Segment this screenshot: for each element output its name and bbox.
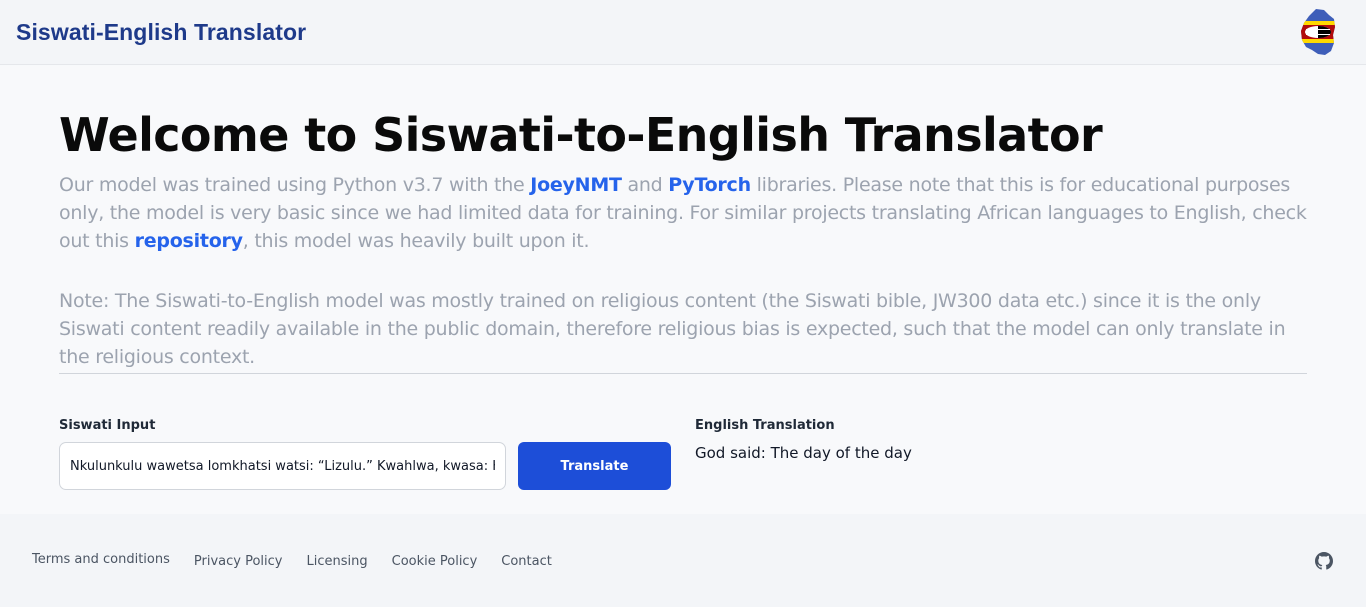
intro-text: and [621, 174, 669, 196]
footer-link-contact[interactable]: Contact [501, 554, 552, 569]
intro-text: Our model was trained using Python v3.7 … [59, 174, 531, 196]
footer-link-licensing[interactable]: Licensing [307, 554, 368, 569]
footer-link-privacy[interactable]: Privacy Policy [194, 554, 283, 569]
intro-paragraph: Our model was trained using Python v3.7 … [59, 171, 1309, 255]
footer-link-terms[interactable]: Terms and conditions [32, 552, 170, 567]
page-title: Welcome to Siswati-to-English Translator [59, 108, 1103, 162]
note-paragraph: Note: The Siswati-to-English model was m… [59, 290, 1286, 368]
english-translation-output: God said: The day of the day [695, 444, 912, 462]
brand-title[interactable]: Siswati-English Translator [16, 19, 306, 46]
pytorch-link[interactable]: PyTorch [668, 174, 751, 196]
footer-link-cookie[interactable]: Cookie Policy [392, 554, 478, 569]
translate-button[interactable]: Translate [518, 442, 671, 490]
section-divider [59, 373, 1307, 374]
main-content: Welcome to Siswati-to-English Translator… [0, 66, 1366, 514]
joeynmt-link[interactable]: JoeyNMT [530, 174, 622, 196]
footer-links: Terms and conditions Privacy Policy Lice… [32, 552, 552, 569]
siswati-input-label: Siswati Input [59, 418, 156, 433]
siswati-input-field[interactable] [59, 442, 506, 490]
eswatini-flag-map-icon[interactable] [1298, 7, 1338, 57]
english-translation-label: English Translation [695, 418, 835, 433]
footer: Terms and conditions Privacy Policy Lice… [0, 514, 1366, 607]
intro-text: , this model was heavily built upon it. [242, 230, 590, 252]
github-icon[interactable] [1315, 552, 1333, 570]
top-navbar: Siswati-English Translator [0, 0, 1366, 65]
repository-link[interactable]: repository [135, 230, 243, 252]
